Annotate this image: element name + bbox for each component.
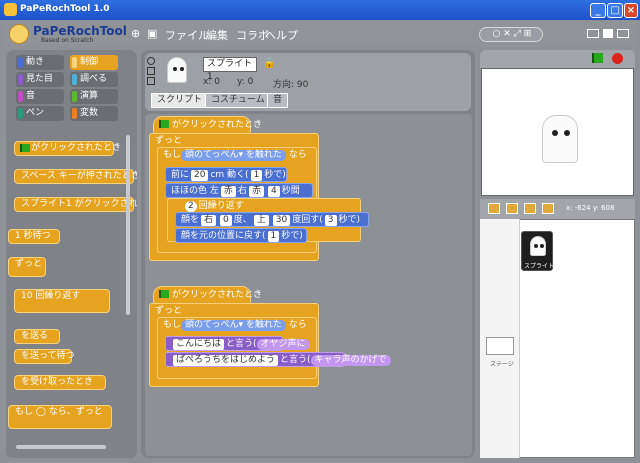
sprite-thumbnail [167, 57, 187, 83]
sprite-y: y: 0 [237, 77, 254, 87]
menu-help[interactable]: ヘルプ [265, 27, 298, 43]
category-variables[interactable]: 変数 [70, 106, 118, 121]
toolbar: PaPeRochTool Based on Scratch ⊕ ▣ ファイル 編… [3, 21, 637, 46]
sprite-x: x: 0 [203, 77, 220, 87]
stage-thumbnail[interactable] [486, 337, 514, 355]
small-stage-icon[interactable] [587, 29, 599, 38]
tab-costumes[interactable]: コスチューム [205, 93, 271, 108]
flip-icon[interactable] [147, 67, 155, 75]
app-icon [4, 3, 17, 16]
stage-header [480, 50, 635, 68]
no-rotate-icon[interactable] [147, 77, 155, 85]
stop-icon[interactable] [612, 53, 623, 64]
move-block[interactable]: 前に 20 cm 動く(1 秒で) [165, 167, 287, 182]
sprite-toolbar: x: -624 y: 608 [480, 199, 635, 219]
stage [481, 68, 634, 196]
category-pen[interactable]: ペン [16, 106, 64, 121]
palette-block-when-receive[interactable]: を受け取ったとき [14, 375, 106, 390]
palette-block-broadcast[interactable]: を送る [14, 329, 60, 344]
touching-condition[interactable]: 頭のてっぺん▾ を触れた [181, 150, 286, 161]
palette-block-flag-clicked[interactable]: がクリックされたとき [14, 141, 121, 156]
window-titlebar: PaPeRochTool 1.0 _ □ × [0, 0, 640, 20]
category-control[interactable]: 制御 [70, 55, 118, 70]
choose-sprite-icon[interactable] [506, 203, 518, 214]
stage-sprite[interactable] [542, 115, 578, 163]
stage-tools[interactable]: ○ ✕ ⤢ ⊞ [479, 27, 543, 42]
palette-block-repeat[interactable]: 10 回繰り返す [14, 289, 110, 313]
random-sprite-icon[interactable] [524, 203, 536, 214]
palette-scrollbar[interactable] [126, 135, 130, 315]
palette-block-wait[interactable]: 1 秒待つ [8, 229, 60, 244]
block-palette: がクリックされたとき スペース キーが押されたとき スプライト1 がクリックされ… [6, 125, 137, 458]
logo: PaPeRochTool Based on Scratch [9, 24, 129, 44]
save-icon[interactable]: ▣ [147, 27, 157, 40]
rotate-icon[interactable] [147, 57, 155, 65]
close-button[interactable]: × [624, 3, 638, 18]
paint-sprite-icon[interactable] [488, 203, 500, 214]
palette-block-key-pressed[interactable]: スペース キーが押されたとき [14, 169, 137, 184]
window-title: PaPeRochTool 1.0 [20, 4, 110, 14]
lock-icon[interactable]: 🔒 [263, 58, 275, 69]
reset-head-block[interactable]: 顔を元の位置に戻す(1 秒で) [175, 228, 307, 243]
sprite-direction: 方向: 90 [273, 80, 309, 90]
sprite-name-field[interactable]: スプライト1 [203, 57, 257, 82]
palette-block-broadcast-wait[interactable]: を送って待つ [14, 349, 75, 364]
presentation-icon[interactable] [617, 29, 629, 38]
sprite-tile[interactable]: スプライト... [521, 231, 560, 271]
palette-block-forever-if[interactable]: もし ◯ なら、ずっと [8, 405, 112, 429]
scripts-canvas: がクリックされたとき ずっと もし 頭のてっぺん▾ を触れた なら 前に 20 cm … [145, 114, 472, 456]
mouse-coords: x: -624 y: 608 [566, 204, 615, 212]
category-operators[interactable]: 演算 [70, 89, 118, 104]
green-flag-icon[interactable] [592, 53, 603, 63]
category-motion[interactable]: 動き [16, 55, 64, 70]
palette-hscrollbar[interactable] [16, 445, 106, 449]
sprite-info: スプライト1 🔒 x: 0 y: 0 方向: 90 スクリプト コスチューム 音 [145, 53, 471, 111]
tab-scripts[interactable]: スクリプト [151, 93, 209, 108]
turn-head-block[interactable]: 顔を右 0 度、上 30 度回す(3 秒で) [175, 212, 369, 227]
app-window: PaPeRochTool Based on Scratch ⊕ ▣ ファイル 編… [3, 21, 637, 461]
stage-label: ステージ [490, 361, 514, 368]
minimize-button[interactable]: _ [590, 3, 606, 18]
say-block-2[interactable]: ぱぺろうちをはじめよう と言う(キャラ声のかげで [165, 352, 391, 367]
normal-stage-icon[interactable] [603, 29, 613, 38]
stage-thumb-column: ステージ [480, 219, 520, 458]
menu-edit[interactable]: 編集 [206, 27, 228, 43]
category-sound[interactable]: 音 [16, 89, 64, 104]
say-block-1[interactable]: こんにちは と言う(オヤジ声に [165, 336, 310, 351]
palette-block-sprite-clicked[interactable]: スプライト1 がクリックされたとき [14, 197, 137, 212]
menu-file[interactable]: ファイル [165, 27, 209, 43]
camera-sprite-icon[interactable] [542, 203, 554, 214]
palette-block-forever[interactable]: ずっと [8, 257, 46, 277]
tab-sounds[interactable]: 音 [267, 93, 289, 108]
hat-flag-clicked-2[interactable]: がクリックされたとき [153, 286, 262, 304]
hat-flag-clicked[interactable]: がクリックされたとき [153, 116, 262, 134]
touching-condition-2[interactable]: 頭のてっぺん▾ を触れた [181, 320, 286, 331]
globe-icon[interactable]: ⊕ [131, 27, 140, 40]
category-looks[interactable]: 見た目 [16, 72, 64, 87]
category-sensing[interactable]: 調べる [70, 72, 118, 87]
cheek-color-block[interactable]: ほほの色 左赤右赤 4 秒間 [165, 183, 313, 198]
maximize-button[interactable]: □ [607, 3, 623, 18]
